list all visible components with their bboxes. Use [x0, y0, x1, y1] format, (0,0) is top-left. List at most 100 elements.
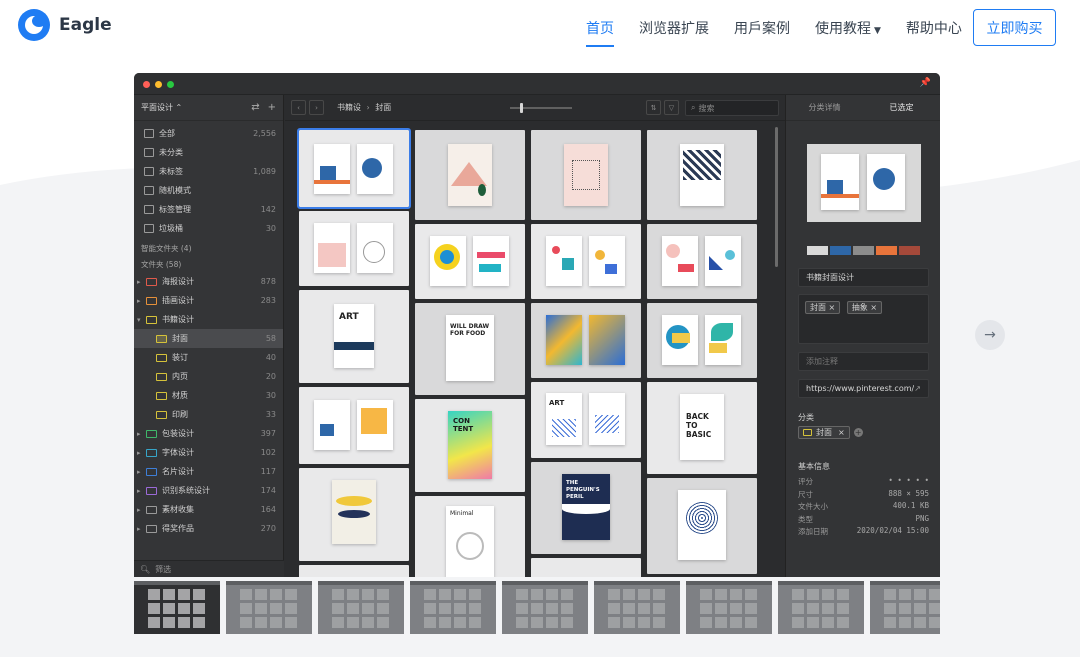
chevron-right-icon[interactable]: ▸	[137, 278, 145, 286]
grid-item[interactable]	[299, 468, 409, 561]
screenshot-thumbnail[interactable]	[318, 581, 404, 634]
tag-chip[interactable]: 抽象 ×	[846, 301, 883, 314]
color-swatch[interactable]	[830, 246, 851, 255]
grid-item[interactable]	[299, 565, 409, 577]
back-arrow-icon[interactable]: ‹	[291, 100, 306, 115]
folder-item[interactable]: ▸ 包装设计 397	[134, 424, 283, 443]
sort-icon[interactable]: ⇅	[646, 100, 661, 115]
grid-item[interactable]	[415, 224, 525, 299]
folder-item[interactable]: ▸ 识别系统设计 174	[134, 481, 283, 500]
tag-chip[interactable]: 封面 ×	[805, 301, 841, 314]
grid-item[interactable]: THE PENGUIN'S PERIL	[531, 462, 641, 554]
folder-item[interactable]: ▸ 字体设计 102	[134, 443, 283, 462]
grid-item[interactable]: CON TENT	[415, 399, 525, 492]
color-swatch[interactable]	[853, 246, 874, 255]
grid-scrollbar[interactable]	[775, 127, 778, 267]
library-switcher[interactable]: 平面设计 ⌃ ⇄ +	[134, 95, 283, 121]
search-input[interactable]: ⌕ 搜索	[685, 100, 779, 116]
info-value[interactable]: • • • • •	[888, 476, 929, 487]
grid-item[interactable]	[415, 130, 525, 220]
forward-arrow-icon[interactable]: ›	[309, 100, 324, 115]
folders-header[interactable]: 文件夹 (58)	[134, 256, 283, 272]
grid-item[interactable]	[647, 478, 757, 574]
folder-item[interactable]: 装订 40	[134, 348, 283, 367]
folder-item[interactable]: ▸ 名片设计 117	[134, 462, 283, 481]
nav-link-help[interactable]: 帮助中心	[906, 18, 962, 47]
screenshot-thumbnail[interactable]	[778, 581, 864, 634]
sidebar-item[interactable]: 全部 2,556	[134, 124, 283, 143]
smart-folders-header[interactable]: 智能文件夹 (4)	[134, 240, 283, 256]
grid-item[interactable]: Minimal	[415, 496, 525, 577]
chevron-right-icon[interactable]: ▸	[137, 449, 145, 457]
sidebar-item[interactable]: 随机模式	[134, 181, 283, 200]
folder-item[interactable]: ▸ 得奖作品 270	[134, 519, 283, 538]
pin-icon[interactable]: 📌	[920, 78, 931, 88]
grid-item[interactable]: ART	[531, 382, 641, 458]
folder-item[interactable]: ▸ 插画设计 283	[134, 291, 283, 310]
chevron-right-icon[interactable]: ▸	[137, 297, 145, 305]
note-field[interactable]: 添加注释	[798, 352, 929, 371]
screenshot-thumbnail[interactable]	[686, 581, 772, 634]
grid-item[interactable]: BACK TO BASIC	[647, 382, 757, 474]
folder-item[interactable]: ▸ 海报设计 878	[134, 272, 283, 291]
grid-item[interactable]	[647, 130, 757, 220]
category-chip[interactable]: 封面 ×	[798, 426, 850, 439]
filter-bar[interactable]: 🔍︎ 筛选	[134, 560, 284, 577]
folder-item[interactable]: 材质 30	[134, 386, 283, 405]
tab-category-details[interactable]: 分类详情	[786, 95, 863, 120]
screenshot-thumbnail[interactable]	[410, 581, 496, 634]
screenshot-thumbnail[interactable]	[502, 581, 588, 634]
add-icon[interactable]: +	[268, 102, 276, 113]
sidebar-item[interactable]: 未分类	[134, 143, 283, 162]
grid-item[interactable]	[299, 387, 409, 464]
close-window-icon[interactable]	[143, 81, 150, 88]
brand-logo[interactable]: Eagle	[18, 9, 112, 41]
chevron-right-icon[interactable]: ▸	[137, 487, 145, 495]
nav-link-cases[interactable]: 用戶案例	[734, 18, 790, 47]
item-title-field[interactable]: 书籍封面设计	[798, 268, 929, 287]
url-field[interactable]: https://www.pinterest.com/ ↗	[798, 379, 929, 398]
folder-item[interactable]: 印刷 33	[134, 405, 283, 424]
sidebar-item[interactable]: 垃圾桶 30	[134, 219, 283, 238]
chevron-down-icon[interactable]: ▾	[137, 316, 145, 324]
nav-link-tutorials[interactable]: 使用教程 ▼	[815, 18, 881, 47]
grid-item[interactable]	[531, 303, 641, 378]
sidebar-item[interactable]: 标签管理 142	[134, 200, 283, 219]
chevron-right-icon[interactable]: ▸	[137, 525, 145, 533]
open-link-icon[interactable]: ↗	[914, 384, 921, 393]
add-category-icon[interactable]: +	[853, 428, 863, 437]
swap-icon[interactable]: ⇄	[251, 102, 259, 113]
remove-icon[interactable]: ×	[838, 428, 845, 437]
grid-item[interactable]	[299, 211, 409, 286]
next-slide-button[interactable]: →	[975, 320, 1005, 350]
screenshot-thumbnail[interactable]	[226, 581, 312, 634]
folder-item[interactable]: 封面 58	[134, 329, 283, 348]
screenshot-thumbnail[interactable]	[594, 581, 680, 634]
folder-item[interactable]: ▾ 书籍设计	[134, 310, 283, 329]
zoom-slider[interactable]	[510, 103, 572, 113]
folder-item[interactable]: ▸ 素材收集 164	[134, 500, 283, 519]
maximize-window-icon[interactable]	[167, 81, 174, 88]
grid-item[interactable]	[531, 130, 641, 220]
sidebar-item[interactable]: 未标签 1,089	[134, 162, 283, 181]
screenshot-thumbnail[interactable]	[134, 581, 220, 634]
tab-selected[interactable]: 已选定	[863, 95, 940, 120]
grid-item[interactable]	[647, 224, 757, 299]
color-swatch[interactable]	[876, 246, 897, 255]
color-swatch[interactable]	[807, 246, 828, 255]
grid-item[interactable]: WILL DRAW FOR FOOD	[415, 303, 525, 395]
nav-link-home[interactable]: 首页	[586, 18, 614, 47]
filter-icon[interactable]: ▽	[664, 100, 679, 115]
screenshot-thumbnail[interactable]	[870, 581, 940, 634]
zoom-slider-handle[interactable]	[520, 103, 523, 113]
chevron-right-icon[interactable]: ▸	[137, 506, 145, 514]
grid-item[interactable]	[647, 303, 757, 378]
grid-item[interactable]: ART	[299, 290, 409, 383]
nav-link-extension[interactable]: 浏览器扩展	[639, 18, 709, 47]
grid-item[interactable]	[297, 128, 411, 209]
grid-item[interactable]	[531, 558, 641, 577]
folder-item[interactable]: 内页 20	[134, 367, 283, 386]
tags-field[interactable]: 封面 × 抽象 ×	[798, 294, 929, 344]
chevron-right-icon[interactable]: ▸	[137, 468, 145, 476]
minimize-window-icon[interactable]	[155, 81, 162, 88]
